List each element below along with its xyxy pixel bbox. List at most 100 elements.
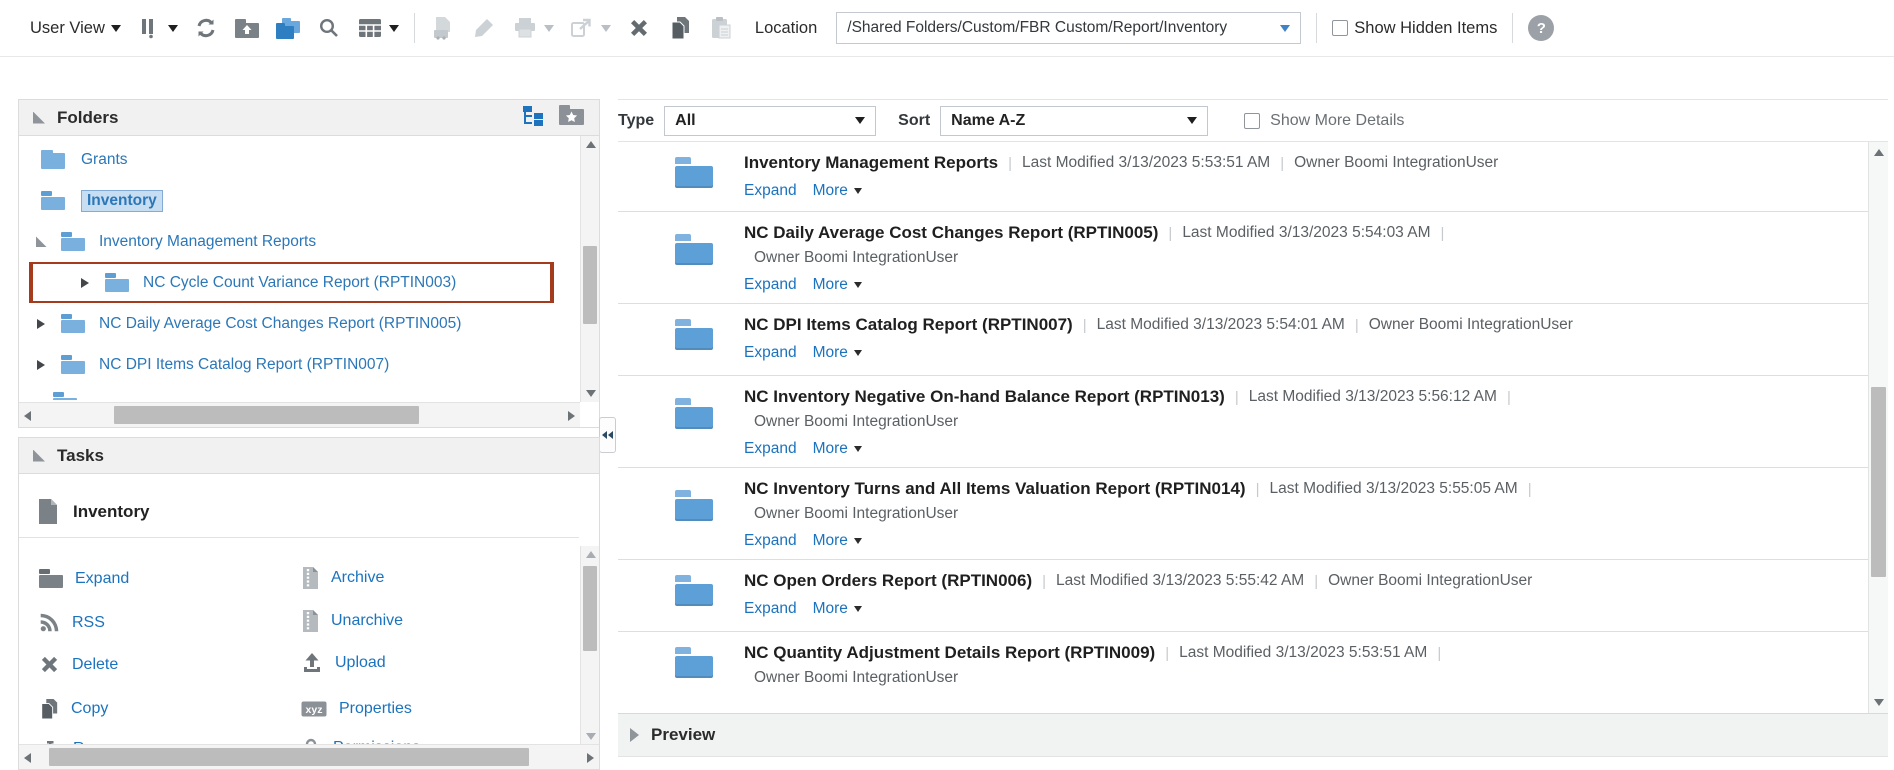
more-link[interactable]: More <box>813 182 862 200</box>
item-name[interactable]: NC DPI Items Catalog Report (RPTIN007) <box>744 315 1073 335</box>
expand-link[interactable]: Expand <box>744 276 797 294</box>
task-delete[interactable]: Delete <box>39 654 118 675</box>
divider: | <box>1235 389 1239 406</box>
tree-item-inventory-selected[interactable]: Inventory <box>19 180 599 221</box>
print-dropdown-disabled[interactable] <box>512 15 554 41</box>
scrollbar-thumb[interactable] <box>49 748 529 766</box>
scroll-up-button[interactable] <box>581 136 600 153</box>
scrollbar-thumb[interactable] <box>583 566 597 651</box>
folders-vertical-scrollbar[interactable] <box>580 136 599 402</box>
folder-icon <box>39 569 63 588</box>
refresh-button[interactable] <box>193 15 219 41</box>
sort-select[interactable]: Name A-Z <box>940 106 1208 136</box>
tree-item-nc-cycle-count-variance[interactable]: NC Cycle Count Variance Report (RPTIN003… <box>19 262 599 303</box>
location-combobox[interactable]: /Shared Folders/Custom/FBR Custom/Report… <box>836 12 1301 44</box>
folders-tree: Grants Inventory Inventory Management Re… <box>18 136 600 428</box>
more-link[interactable]: More <box>813 600 862 618</box>
user-view-dropdown[interactable]: User View <box>30 19 121 38</box>
scroll-up-button[interactable] <box>581 546 600 563</box>
scroll-down-button[interactable] <box>581 385 600 402</box>
expanded-caret-icon[interactable] <box>36 236 47 247</box>
more-link[interactable]: More <box>813 440 862 458</box>
folders-horizontal-scrollbar[interactable] <box>19 402 580 427</box>
scroll-up-button[interactable] <box>1869 144 1888 161</box>
paste-button-disabled[interactable] <box>708 15 734 41</box>
xyz-properties-icon: xyz <box>301 701 327 717</box>
export-report-button-disabled[interactable] <box>430 15 456 41</box>
task-copy[interactable]: Copy <box>39 697 108 721</box>
divider: | <box>1507 389 1511 406</box>
tasks-vertical-scrollbar[interactable] <box>580 546 599 745</box>
show-hidden-items-checkbox[interactable] <box>1332 20 1348 36</box>
task-upload[interactable]: Upload <box>301 652 386 674</box>
scroll-left-button[interactable] <box>19 403 36 428</box>
view-switcher-button[interactable] <box>136 15 178 41</box>
scroll-down-button[interactable] <box>1869 694 1888 711</box>
help-icon[interactable]: ? <box>1528 15 1554 41</box>
scroll-left-button[interactable] <box>19 745 36 770</box>
copy-folders-button[interactable] <box>275 15 301 41</box>
more-link[interactable]: More <box>813 344 862 362</box>
folder-up-button[interactable] <box>234 15 260 41</box>
tree-item-grants[interactable]: Grants <box>19 139 599 180</box>
expand-link[interactable]: Expand <box>744 440 797 458</box>
owner: Owner Boomi IntegrationUser <box>744 413 1521 431</box>
collapsed-caret-icon[interactable] <box>37 360 45 370</box>
task-properties[interactable]: xyz Properties <box>301 700 412 718</box>
show-more-details-label: Show More Details <box>1270 112 1404 130</box>
scroll-right-button[interactable] <box>582 745 599 770</box>
expand-link[interactable]: Expand <box>744 532 797 550</box>
user-view-label: User View <box>30 19 105 38</box>
chevron-down-icon <box>1280 25 1290 32</box>
folder-icon <box>675 157 713 188</box>
item-name[interactable]: Inventory Management Reports <box>744 153 998 173</box>
scrollbar-thumb[interactable] <box>114 406 419 424</box>
scrollbar-thumb[interactable] <box>583 246 597 324</box>
show-more-details-checkbox[interactable] <box>1244 113 1260 129</box>
item-name[interactable]: NC Inventory Turns and All Items Valuati… <box>744 479 1246 499</box>
task-rss[interactable]: RSS <box>39 612 105 633</box>
collapse-triangle-icon[interactable] <box>33 112 45 124</box>
tree-view-icon[interactable] <box>522 104 546 132</box>
favorites-folder-icon[interactable] <box>558 104 585 131</box>
copy-button[interactable] <box>667 15 693 41</box>
task-expand[interactable]: Expand <box>39 569 129 588</box>
tree-item-nc-daily-average-cost[interactable]: NC Daily Average Cost Changes Report (RP… <box>19 303 599 344</box>
type-select[interactable]: All <box>664 106 876 136</box>
last-modified: Last Modified 3/13/2023 5:54:01 AM <box>1097 316 1345 334</box>
task-archive[interactable]: Archive <box>301 566 384 590</box>
edit-pencil-button-disabled[interactable] <box>471 15 497 41</box>
panel-collapse-splitter[interactable] <box>599 417 616 453</box>
folders-panel-header[interactable]: Folders <box>18 99 600 136</box>
item-name[interactable]: NC Open Orders Report (RPTIN006) <box>744 571 1032 591</box>
scroll-right-button[interactable] <box>563 403 580 428</box>
task-unarchive[interactable]: Unarchive <box>301 609 403 633</box>
chevron-down-icon <box>854 446 862 452</box>
item-name[interactable]: NC Quantity Adjustment Details Report (R… <box>744 643 1155 663</box>
expand-link[interactable]: Expand <box>744 600 797 618</box>
collapse-triangle-icon[interactable] <box>33 450 45 462</box>
more-link[interactable]: More <box>813 532 862 550</box>
divider: | <box>1437 645 1441 662</box>
list-vertical-scrollbar[interactable] <box>1868 142 1888 713</box>
archive-icon <box>301 566 319 590</box>
share-dropdown-disabled[interactable] <box>569 15 611 41</box>
scrollbar-thumb[interactable] <box>1871 387 1886 577</box>
tree-item-nc-dpi-items-catalog[interactable]: NC DPI Items Catalog Report (RPTIN007) <box>19 344 599 385</box>
more-link[interactable]: More <box>813 276 862 294</box>
scroll-down-button[interactable] <box>581 728 600 745</box>
item-name[interactable]: NC Inventory Negative On-hand Balance Re… <box>744 387 1225 407</box>
collapsed-caret-icon[interactable] <box>81 278 89 288</box>
show-hidden-items-toggle[interactable]: Show Hidden Items <box>1332 19 1497 38</box>
preview-expander[interactable]: Preview <box>618 713 1888 757</box>
tree-item-inventory-management-reports[interactable]: Inventory Management Reports <box>19 221 599 262</box>
delete-button[interactable] <box>626 15 652 41</box>
collapsed-caret-icon[interactable] <box>37 319 45 329</box>
tasks-panel-header[interactable]: Tasks <box>18 437 600 474</box>
item-name[interactable]: NC Daily Average Cost Changes Report (RP… <box>744 223 1158 243</box>
search-icon[interactable] <box>316 15 342 41</box>
expand-link[interactable]: Expand <box>744 182 797 200</box>
expand-link[interactable]: Expand <box>744 344 797 362</box>
table-view-dropdown[interactable] <box>357 15 399 41</box>
tasks-horizontal-scrollbar[interactable] <box>19 744 599 769</box>
